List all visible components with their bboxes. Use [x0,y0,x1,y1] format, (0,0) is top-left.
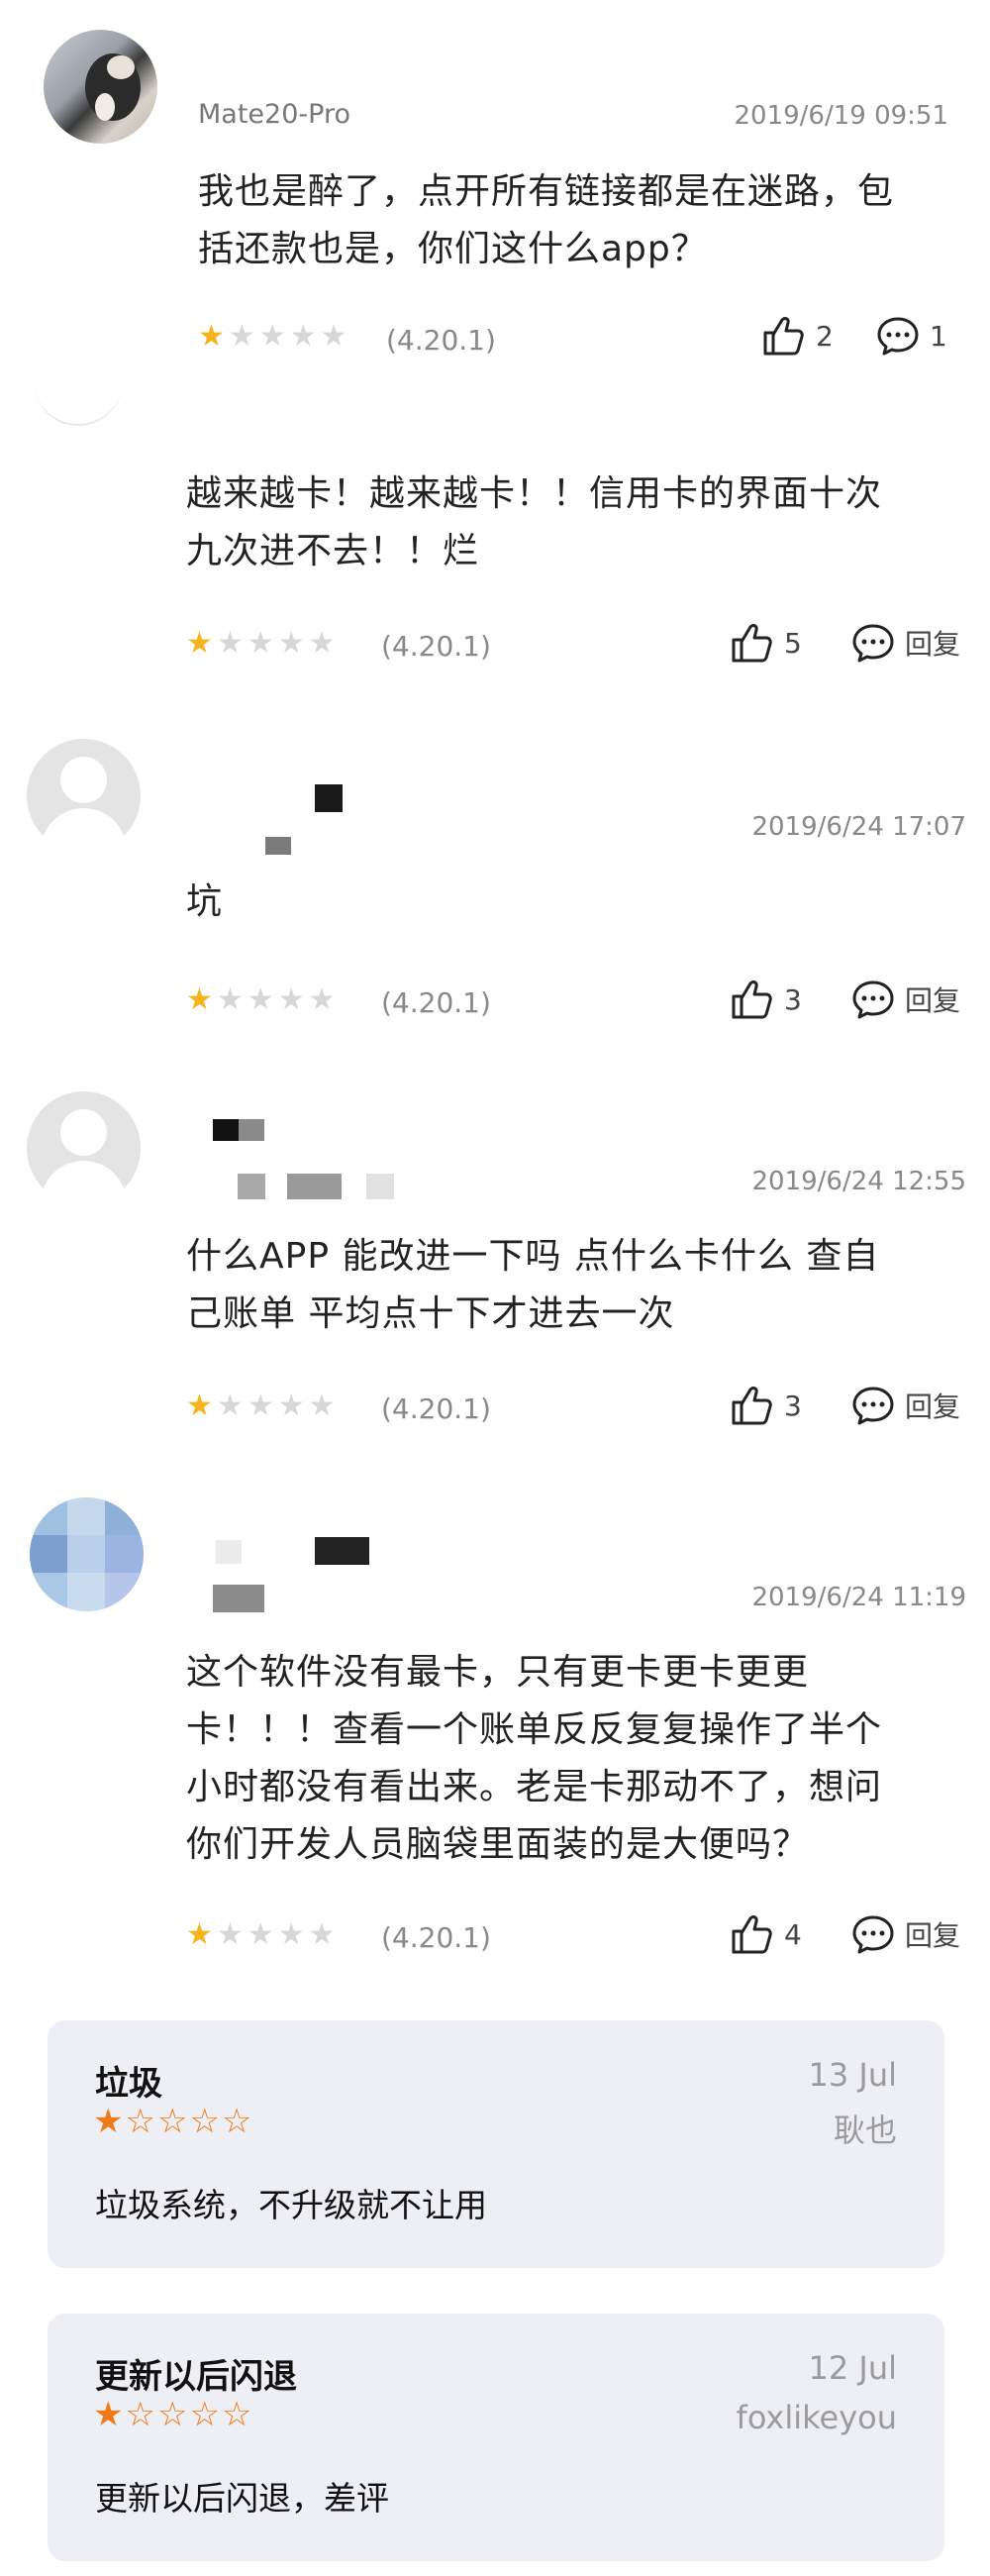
comment-icon [877,317,919,356]
thumbs-up-icon [732,1915,772,1954]
comment-icon [852,1915,894,1954]
comment-icon [852,624,894,663]
star-icon: ★ [186,1917,217,1952]
review-item: 2019/6/24 11:19 这个软件没有最卡，只有更卡更卡更更 卡！！！查看… [0,1486,990,1991]
username-redacted [366,1174,394,1199]
review-content: 我也是醉了，点开所有链接都是在迷路，包 括还款也是，你们这什么app？ [198,171,895,269]
reply-label: 回复 [905,984,961,1017]
reply-label: 回复 [905,1391,961,1423]
thumbs-up-icon [732,1387,772,1425]
reply-button[interactable]: 回复 [851,622,960,664]
reply-button[interactable]: 回复 [851,1913,960,1955]
star-rating: ★★★★★ [186,1917,339,1952]
card-author: foxlikeyou [736,2399,897,2436]
star-rating: ★★★★★ [186,626,339,661]
reply-label: 回复 [905,1919,961,1952]
avatar[interactable] [30,1497,144,1611]
username[interactable]: Mate20-Pro [198,99,350,130]
comment-icon [852,980,894,1019]
review-item: Mate20-Pro 2019/6/19 09:51 我也是醉了，点开所有链接都… [0,0,990,396]
username-redacted [216,1540,242,1564]
star-icon: ★★★★ [216,1917,340,1952]
username-redacted [213,1119,239,1141]
app-version: (4.20.1) [381,630,491,663]
comment-button[interactable]: 1 [876,315,947,357]
card-body: 更新以后闪退，差评 [95,2479,389,2518]
star-icon: ★★★★ [216,626,340,661]
like-button[interactable]: 3 [731,979,802,1020]
review-card[interactable]: 垃圾 13 Jul ★☆☆☆☆ 耿也 垃圾系统，不升级就不让用 [48,2020,944,2268]
review-date: 2019/6/19 09:51 [734,101,948,131]
comment-icon [852,1387,894,1425]
like-button[interactable]: 2 [762,315,834,357]
username-redacted [287,1174,342,1199]
card-date: 12 Jul [808,2349,898,2387]
like-count: 5 [784,626,802,660]
star-rating: ★☆☆☆☆ [93,2395,253,2434]
review-date: 2019/6/24 12:55 [751,1167,966,1196]
thumbs-up-icon [732,624,772,663]
star-rating: ★★★★★ [186,1389,339,1423]
review-item: 2019/6/24 12:55 什么APP 能改进一下吗 点什么卡什么 查自 己… [0,1070,990,1486]
review-item: 越来越卡！越来越卡！！信用卡的界面十次 九次进不去！！烂 ★★★★★ (4.20… [0,396,990,723]
like-button[interactable]: 4 [731,1913,802,1955]
like-count: 4 [784,1917,802,1951]
avatar[interactable] [27,739,141,853]
card-date: 13 Jul [808,2056,898,2094]
card-title: 垃圾 [95,2064,162,2104]
like-button[interactable]: 3 [731,1385,802,1426]
username-redacted [315,784,343,812]
like-count: 3 [784,1389,802,1422]
card-title: 更新以后闪退 [95,2357,297,2397]
star-icon: ★ [186,626,217,661]
like-button[interactable]: 5 [731,622,802,664]
comment-count: 1 [930,319,947,353]
star-rating: ★★★★★ [198,319,350,354]
star-icon: ★ [198,319,229,354]
star-icon: ★★★★ [228,319,351,354]
review-card[interactable]: 更新以后闪退 12 Jul ★☆☆☆☆ foxlikeyou 更新以后闪退，差评 [48,2314,944,2561]
app-version: (4.20.1) [381,1921,491,1954]
review-date: 2019/6/24 17:07 [751,812,966,842]
star-icon: ★☆☆☆☆ [93,2395,254,2434]
star-icon: ★ [186,1389,217,1423]
thumbs-up-icon [732,980,772,1019]
like-count: 3 [784,982,802,1016]
star-icon: ★☆☆☆☆ [93,2102,254,2141]
review-content: 这个软件没有最卡，只有更卡更卡更更 卡！！！查看一个账单反反复复操作了半个 小时… [186,1652,883,1865]
review-content: 什么APP 能改进一下吗 点什么卡什么 查自 己账单 平均点十下才进去一次 [186,1236,880,1334]
username-redacted [213,1585,264,1612]
avatar[interactable] [34,337,123,426]
avatar[interactable] [27,1091,141,1205]
star-icon: ★★★★ [216,1389,340,1423]
app-version: (4.20.1) [386,324,496,357]
avatar[interactable] [44,30,157,144]
app-version: (4.20.1) [381,1392,491,1425]
card-author: 耿也 [833,2112,897,2149]
star-rating: ★☆☆☆☆ [93,2102,253,2141]
star-icon: ★ [186,982,217,1017]
username-redacted [265,837,291,855]
reply-button[interactable]: 回复 [851,1385,960,1426]
thumbs-up-icon [763,317,804,356]
star-icon: ★★★★ [216,982,340,1017]
review-content: 越来越卡！越来越卡！！信用卡的界面十次 九次进不去！！烂 [186,473,883,571]
username-redacted [315,1537,369,1565]
like-count: 2 [816,319,834,353]
review-date: 2019/6/24 11:19 [751,1583,966,1612]
star-rating: ★★★★★ [186,982,339,1017]
reply-button[interactable]: 回复 [851,979,960,1020]
username-redacted [238,1174,265,1199]
card-body: 垃圾系统，不升级就不让用 [95,2186,487,2224]
app-version: (4.20.1) [381,986,491,1019]
reply-label: 回复 [905,628,961,661]
username-redacted [239,1119,264,1141]
review-item: 2019/6/24 17:07 坑 ★★★★★ (4.20.1) 3 回复 [0,723,990,1070]
review-content: 坑 [186,881,224,922]
